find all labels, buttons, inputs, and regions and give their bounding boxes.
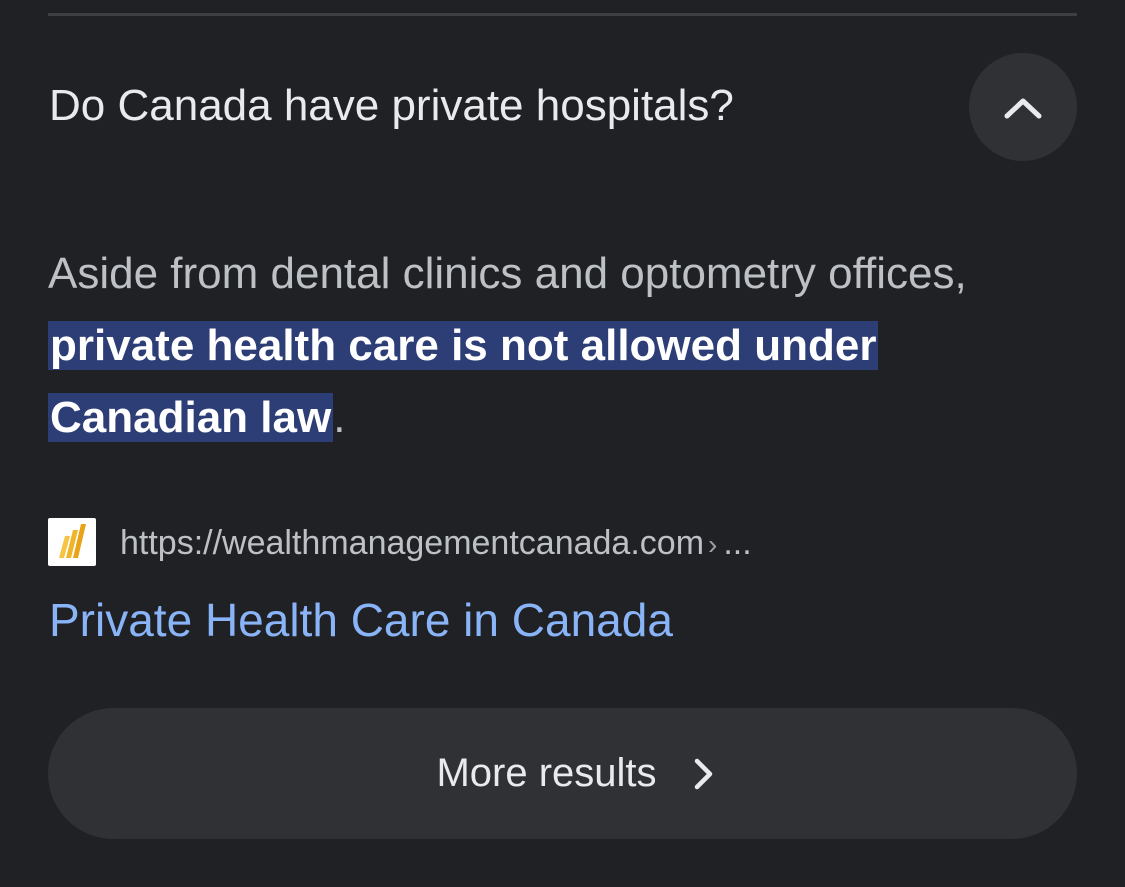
chevron-right-icon (694, 758, 712, 789)
divider (48, 13, 1077, 16)
source-url[interactable]: https://wealthmanagementcanada.com ›... (120, 520, 752, 568)
site-favicon-icon (48, 518, 96, 566)
answer-text-before: Aside from dental clinics and optometry … (48, 249, 967, 298)
result-title-link[interactable]: Private Health Care in Canada (49, 588, 673, 652)
answer-snippet: Aside from dental clinics and optometry … (48, 238, 1048, 454)
chevron-up-icon (1004, 98, 1042, 119)
question-title[interactable]: Do Canada have private hospitals? (49, 74, 734, 138)
more-results-button[interactable]: More results (48, 708, 1077, 839)
breadcrumb-separator: › (708, 529, 718, 560)
collapse-button[interactable] (969, 53, 1077, 161)
more-results-label: More results (436, 751, 657, 795)
answer-text-after: . (333, 393, 346, 442)
source-url-text: https://wealthmanagementcanada.com (120, 524, 705, 562)
answer-highlight: private health care is not allowed under… (48, 321, 879, 442)
source-url-ellipsis: ... (723, 524, 752, 562)
